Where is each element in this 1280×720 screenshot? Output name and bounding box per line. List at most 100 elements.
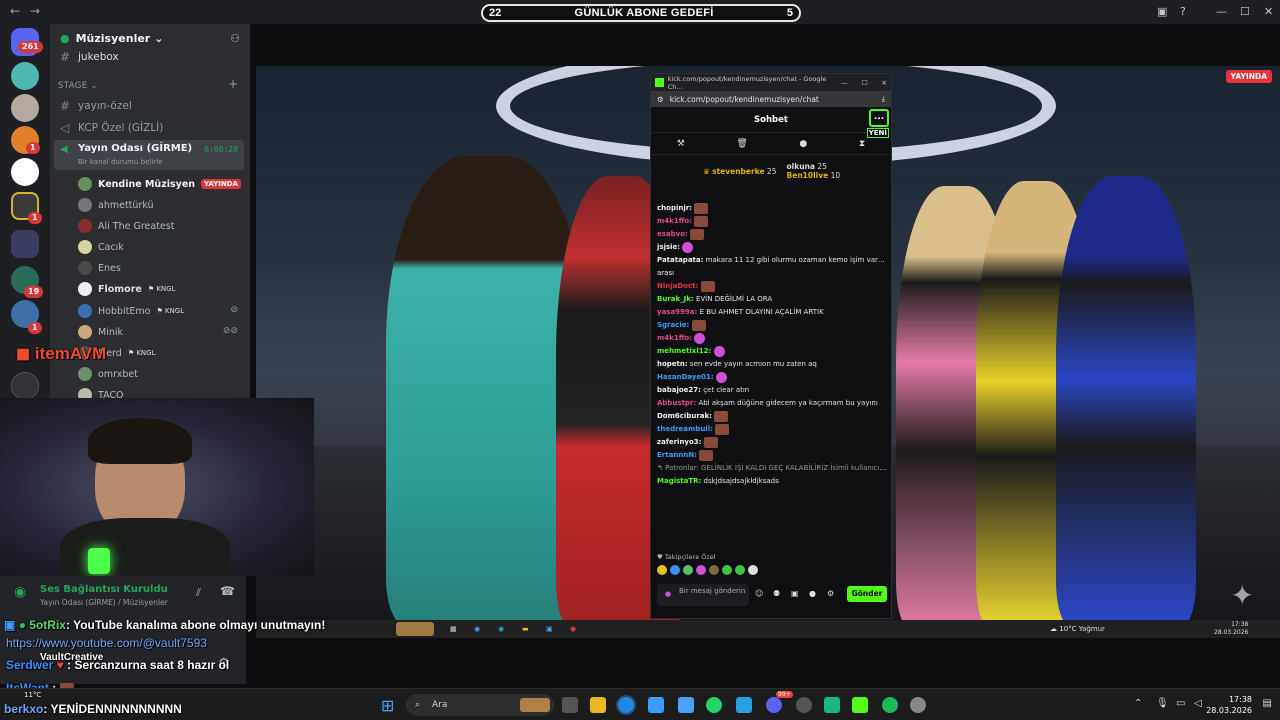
discord-icon[interactable] [766, 697, 782, 713]
minimize-icon[interactable]: — [1216, 5, 1227, 18]
emote-icon[interactable] [735, 565, 745, 575]
chat-username[interactable]: esabvo: [657, 230, 688, 238]
chat-username[interactable]: Sgracie: [657, 321, 689, 329]
notifications-icon[interactable]: ▤ [1263, 698, 1272, 709]
send-button[interactable]: Gönder [847, 586, 887, 602]
voice-channel-active[interactable]: ◀ Yayın Odası (GİRME) Bir kanal durumu b… [54, 140, 244, 170]
channel-jukebox[interactable]: # jukebox [60, 50, 119, 64]
kick-icon[interactable] [852, 697, 868, 713]
app-icon[interactable] [678, 697, 694, 713]
edge-icon[interactable] [618, 697, 634, 713]
emote-icon[interactable] [722, 565, 732, 575]
whatsapp-icon[interactable] [706, 697, 722, 713]
voice-status[interactable]: Ses Bağlantısı Kuruldu [40, 584, 168, 595]
emote-icon[interactable] [696, 565, 706, 575]
download-icon[interactable]: ⤓ [882, 94, 885, 104]
discover-icon[interactable] [11, 372, 39, 400]
taskbar-search[interactable]: ⌕ Ara [406, 694, 554, 716]
overlay-link[interactable]: https://www.youtube.com/@vault7593 [6, 636, 207, 650]
section-header[interactable]: STAGE ⌄ [58, 81, 98, 91]
emote-icon[interactable] [657, 565, 667, 575]
chat-username[interactable]: thedreambull: [657, 425, 713, 433]
noise-suppression-icon[interactable]: ⫽ [196, 586, 201, 600]
voice-channel-status[interactable]: Bir kanal durumu belirle [78, 158, 162, 166]
chat-username[interactable]: HasanDaye01: [657, 373, 714, 381]
site-info-icon[interactable]: ⚙ [657, 95, 664, 104]
chat-username[interactable]: babajoe27: [657, 386, 701, 394]
minimize-icon[interactable]: — [841, 79, 848, 87]
voice-user[interactable]: Flomore ⚑ KNGL [78, 282, 176, 296]
chat-username[interactable]: zaferinyo3: [657, 438, 701, 446]
spotify-icon[interactable] [882, 697, 898, 713]
disconnect-icon[interactable]: ☎ [220, 584, 235, 598]
app-icon[interactable] [824, 697, 840, 713]
hourglass-icon[interactable]: ⧗ [859, 139, 865, 149]
users-icon[interactable]: ⚉ [773, 589, 780, 598]
emote-icon[interactable] [709, 565, 719, 575]
voice-user[interactable]: ahmettürkü [78, 198, 154, 212]
emote-icon[interactable] [683, 565, 693, 575]
close-icon[interactable]: ✕ [882, 79, 887, 87]
chat-username[interactable]: yasa999a: [657, 308, 697, 316]
maximize-icon[interactable]: ☐ [1240, 5, 1250, 18]
chat-username[interactable]: hopetn: [657, 360, 688, 368]
chat-username[interactable]: jsjsie: [657, 243, 680, 251]
gift-icon[interactable]: ▣ [791, 589, 799, 598]
chat-username[interactable]: ErtannnN: [657, 451, 697, 459]
emote-icon[interactable] [748, 565, 758, 575]
voice-user[interactable]: Enes [78, 261, 121, 275]
server-folder-icon[interactable] [11, 230, 39, 258]
chat-username[interactable]: Dom6ciburak: [657, 412, 712, 420]
chat-username[interactable]: mehmetixl12: [657, 347, 711, 355]
server-icon-selected[interactable] [11, 158, 39, 186]
chat-input[interactable]: ● Bir mesaj gönderin [657, 584, 749, 606]
server-icon[interactable] [11, 94, 39, 122]
more-options-button[interactable]: ... [869, 109, 889, 127]
network-icon[interactable]: ▭ [1176, 698, 1185, 709]
task-view-icon[interactable] [562, 697, 578, 713]
trash-icon[interactable]: 🗑 [736, 139, 747, 149]
channel-yayin-ozel[interactable]: # yayın-özel [60, 99, 132, 113]
emote-icon[interactable] [670, 565, 680, 575]
kick-chat-window[interactable]: kick.com/popout/kendinemuzisyen/chat - G… [650, 73, 892, 619]
inbox-icon[interactable]: ▣ [1157, 5, 1167, 18]
chat-bubble-icon[interactable]: ● [809, 589, 816, 598]
server-icon[interactable] [11, 62, 39, 90]
guild-header[interactable]: ● Müzisyenler ⌄ ⚇ [50, 24, 250, 52]
voice-user[interactable]: Kendine Müzisyen YAYINDA [78, 177, 241, 191]
add-member-icon[interactable]: ⚇ [230, 32, 240, 45]
address-bar[interactable]: ⚙ kick.com/popout/kendinemuzisyen/chat ⤓ [651, 91, 891, 107]
chat-username[interactable]: MagistaTR: [657, 477, 701, 485]
help-icon[interactable]: ? [1180, 5, 1186, 18]
voice-user[interactable]: Ali The Greatest [78, 219, 174, 233]
system-clock[interactable]: 17:38 28.03.2026 [1206, 694, 1252, 716]
chat-username[interactable]: Abbustpr: [657, 399, 696, 407]
chat-username[interactable]: Patatapata: [657, 256, 703, 264]
chat-username[interactable]: Burak_Jk: [657, 295, 694, 303]
emoji-icon[interactable]: ☺ [755, 589, 763, 598]
back-arrow-icon[interactable]: ← [10, 4, 20, 18]
chat-username[interactable]: m4k1ffo: [657, 217, 692, 225]
app-icon[interactable] [736, 697, 752, 713]
hammer-icon[interactable]: ⚒ [677, 139, 685, 149]
close-icon[interactable]: ✕ [1264, 5, 1273, 18]
chevron-up-icon[interactable]: ⌃ [1134, 698, 1142, 709]
file-explorer-icon[interactable] [590, 697, 606, 713]
settings-icon[interactable]: ⚙ [827, 589, 834, 598]
channel-kcp-ozel[interactable]: ◁ KCP Özel (GİZLİ) [60, 121, 163, 135]
voice-user[interactable]: HobbitEmo ⚑ KNGL [78, 304, 184, 318]
chat-username[interactable]: chopinjr: [657, 204, 692, 212]
mic-icon[interactable]: ● [665, 590, 671, 598]
settings-icon[interactable] [910, 697, 926, 713]
voice-user[interactable]: Cacık [78, 240, 124, 254]
add-channel-icon[interactable]: + [228, 77, 238, 91]
chat-username[interactable]: NinjaDoct: [657, 282, 698, 290]
app-icon[interactable] [796, 697, 812, 713]
mic-icon[interactable]: 🎙 [1156, 698, 1169, 709]
voice-user[interactable]: omrxbet [78, 367, 138, 381]
chat-bubble-icon[interactable]: ● [799, 139, 807, 149]
forward-arrow-icon[interactable]: → [30, 4, 40, 18]
chat-username[interactable]: m4k1ffo: [657, 334, 692, 342]
voice-user[interactable]: Minik [78, 325, 123, 339]
volume-icon[interactable]: ◁ [1194, 698, 1202, 709]
